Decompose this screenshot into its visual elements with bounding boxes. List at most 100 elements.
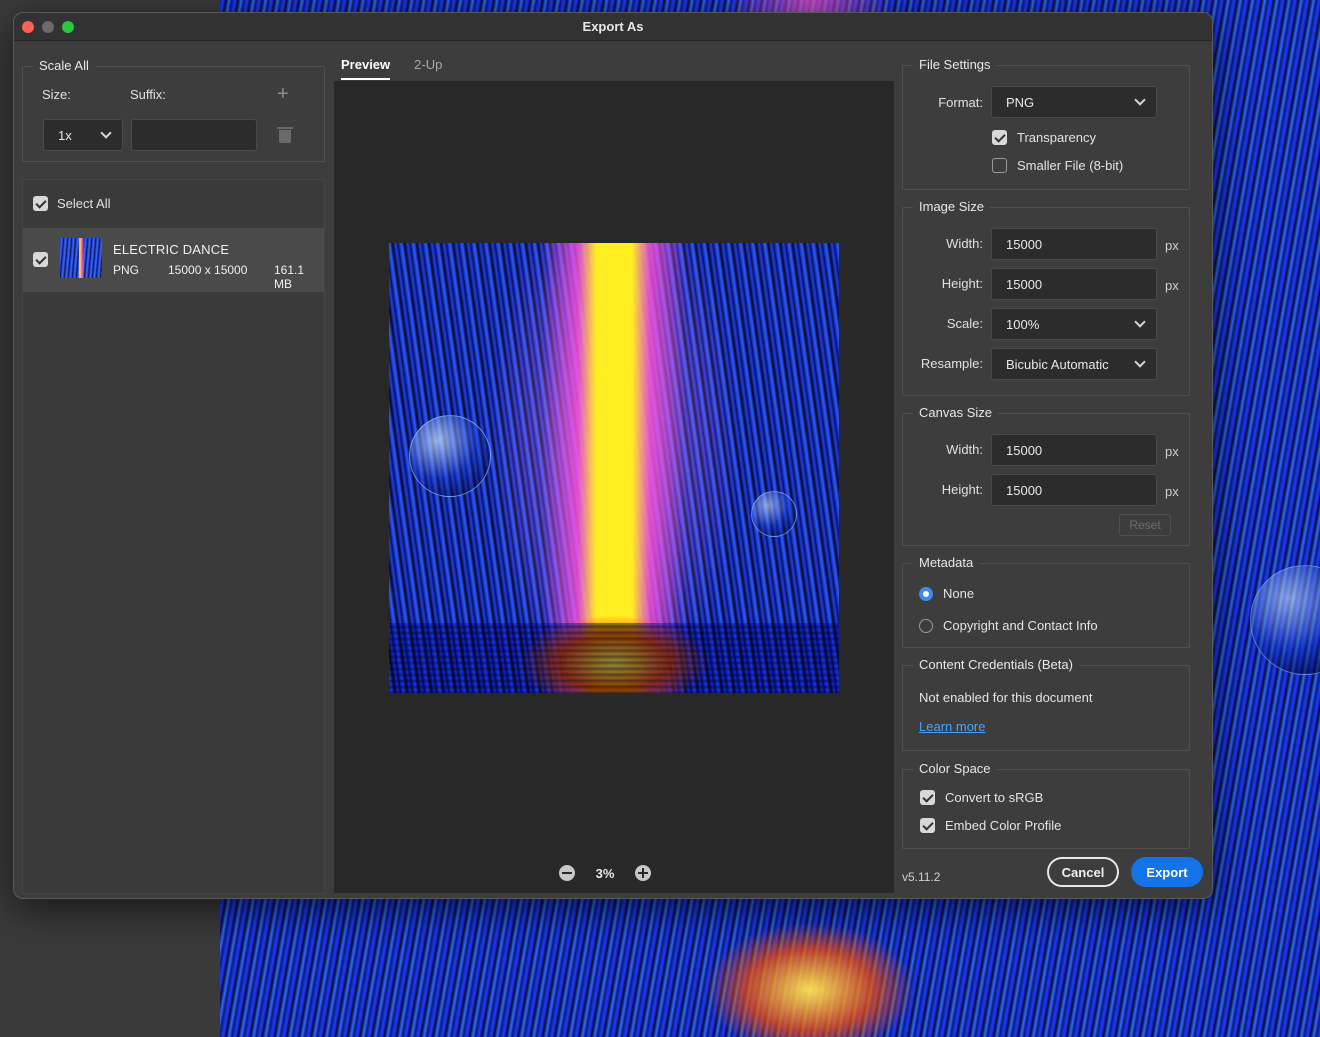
select-all-label[interactable]: Select All: [57, 196, 110, 211]
format-select-value: PNG: [1006, 94, 1035, 110]
suffix-label: Suffix:: [130, 87, 166, 102]
smaller-file-label: Smaller File (8-bit): [1017, 158, 1124, 173]
scale-select[interactable]: 100%: [991, 308, 1157, 340]
close-window-button[interactable]: [22, 21, 34, 33]
image-height-unit: px: [1165, 278, 1179, 293]
metadata-copyright-radio[interactable]: [919, 618, 933, 633]
scale-all-group: Scale All Size: Suffix: + 1x: [22, 58, 325, 162]
format-select[interactable]: PNG: [991, 86, 1157, 118]
left-panel: Scale All Size: Suffix: + 1x Select All …: [22, 58, 326, 894]
size-label: Size:: [42, 87, 71, 102]
size-select[interactable]: 1x: [43, 119, 123, 151]
preview-image: [389, 243, 839, 693]
embed-profile-checkbox[interactable]: [920, 818, 935, 833]
embed-profile-option[interactable]: Embed Color Profile: [920, 818, 1061, 833]
plus-icon[interactable]: +: [277, 84, 289, 104]
image-size-legend: Image Size: [913, 199, 991, 214]
metadata-legend: Metadata: [913, 555, 980, 570]
credentials-status: Not enabled for this document: [919, 690, 1093, 705]
asset-list: Select All ELECTRIC DANCE PNG 15000 x 15…: [22, 179, 325, 894]
image-width-unit: px: [1165, 238, 1179, 253]
metadata-none-radio[interactable]: [919, 586, 933, 601]
color-space-group: Color Space Convert to sRGB Embed Color …: [902, 761, 1190, 849]
color-space-legend: Color Space: [913, 761, 997, 776]
metadata-group: Metadata None Copyright and Contact Info: [902, 555, 1190, 648]
scale-select-value: 100%: [1006, 316, 1040, 332]
cancel-button[interactable]: Cancel: [1047, 857, 1119, 887]
metadata-copyright-label: Copyright and Contact Info: [943, 618, 1098, 633]
image-height-value: 15000: [1006, 276, 1043, 292]
metadata-option-copyright[interactable]: Copyright and Contact Info: [919, 618, 1098, 633]
export-as-dialog: Export As Scale All Size: Suffix: + 1x S…: [13, 12, 1213, 899]
trash-icon[interactable]: [277, 127, 293, 143]
canvas-width-unit: px: [1165, 444, 1179, 459]
convert-srgb-option[interactable]: Convert to sRGB: [920, 790, 1043, 805]
canvas-height-input[interactable]: 15000: [991, 474, 1157, 506]
minimize-window-button[interactable]: [42, 21, 54, 33]
chevron-down-icon: [1134, 316, 1146, 328]
window-controls: [22, 21, 74, 33]
image-width-label: Width:: [946, 236, 983, 251]
asset-file-size: 161.1 MB: [274, 263, 305, 291]
zoom-controls: 3%: [559, 865, 651, 881]
embed-profile-label: Embed Color Profile: [945, 818, 1062, 833]
content-credentials-legend: Content Credentials (Beta): [913, 657, 1079, 672]
smaller-file-option[interactable]: Smaller File (8-bit): [992, 158, 1123, 173]
plus-circle-icon[interactable]: [635, 865, 651, 881]
convert-srgb-checkbox[interactable]: [920, 790, 935, 805]
preview-reflection: [389, 623, 839, 693]
canvas-height-label: Height:: [941, 482, 983, 497]
canvas-width-label: Width:: [946, 442, 983, 457]
transparency-label: Transparency: [1017, 130, 1096, 145]
scale-all-legend: Scale All: [33, 58, 95, 73]
export-button[interactable]: Export: [1131, 857, 1203, 887]
image-width-input[interactable]: 15000: [991, 228, 1157, 260]
metadata-none-label: None: [943, 586, 975, 601]
asset-thumbnail: [60, 238, 102, 278]
format-label: Format:: [938, 95, 983, 110]
asset-name: ELECTRIC DANCE: [113, 242, 230, 257]
transparency-option[interactable]: Transparency: [992, 130, 1096, 145]
canvas-height-value: 15000: [1006, 482, 1043, 498]
image-height-input[interactable]: 15000: [991, 268, 1157, 300]
reset-button[interactable]: Reset: [1119, 514, 1171, 536]
file-settings-group: File Settings Format: PNG Transparency S…: [902, 57, 1190, 190]
image-width-value: 15000: [1006, 236, 1043, 252]
resample-select-value: Bicubic Automatic: [1006, 356, 1109, 372]
resample-label: Resample:: [920, 356, 983, 371]
smaller-file-checkbox[interactable]: [992, 158, 1007, 173]
image-size-group: Image Size Width: 15000 px Height: 15000…: [902, 199, 1190, 396]
canvas-width-input[interactable]: 15000: [991, 434, 1157, 466]
content-credentials-group: Content Credentials (Beta) Not enabled f…: [902, 657, 1190, 751]
preview-tabs: Preview 2-Up: [341, 53, 442, 81]
preview-canvas[interactable]: [334, 81, 894, 893]
version-label: v5.11.2: [902, 870, 941, 884]
list-item[interactable]: ELECTRIC DANCE PNG 15000 x 15000 161.1 M…: [23, 228, 324, 292]
window-title: Export As: [582, 19, 644, 34]
asset-dimensions: 15000 x 15000: [168, 263, 248, 277]
scale-label: Scale:: [946, 316, 983, 331]
suffix-input[interactable]: [131, 119, 257, 151]
tab-preview[interactable]: Preview: [341, 53, 391, 81]
chevron-down-icon: [1134, 356, 1146, 368]
select-all-checkbox[interactable]: [33, 196, 48, 211]
transparency-checkbox[interactable]: [992, 130, 1007, 145]
convert-srgb-label: Convert to sRGB: [945, 790, 1044, 805]
canvas-height-unit: px: [1165, 484, 1179, 499]
metadata-option-none[interactable]: None: [919, 586, 974, 601]
minus-circle-icon[interactable]: [559, 865, 575, 881]
canvas-width-value: 15000: [1006, 442, 1043, 458]
tab-2-up[interactable]: 2-Up: [414, 53, 442, 81]
zoom-level: 3%: [595, 865, 615, 881]
resample-select[interactable]: Bicubic Automatic: [991, 348, 1157, 380]
image-height-label: Height:: [941, 276, 983, 291]
preview-orb: [751, 491, 797, 537]
learn-more-link[interactable]: Learn more: [919, 719, 985, 734]
asset-checkbox[interactable]: [33, 252, 48, 267]
maximize-window-button[interactable]: [62, 21, 74, 33]
right-panel: File Settings Format: PNG Transparency S…: [902, 13, 1192, 898]
asset-format: PNG: [113, 263, 140, 277]
chevron-down-icon: [100, 127, 112, 139]
size-select-value: 1x: [58, 127, 72, 143]
background-orb: [1250, 565, 1320, 675]
